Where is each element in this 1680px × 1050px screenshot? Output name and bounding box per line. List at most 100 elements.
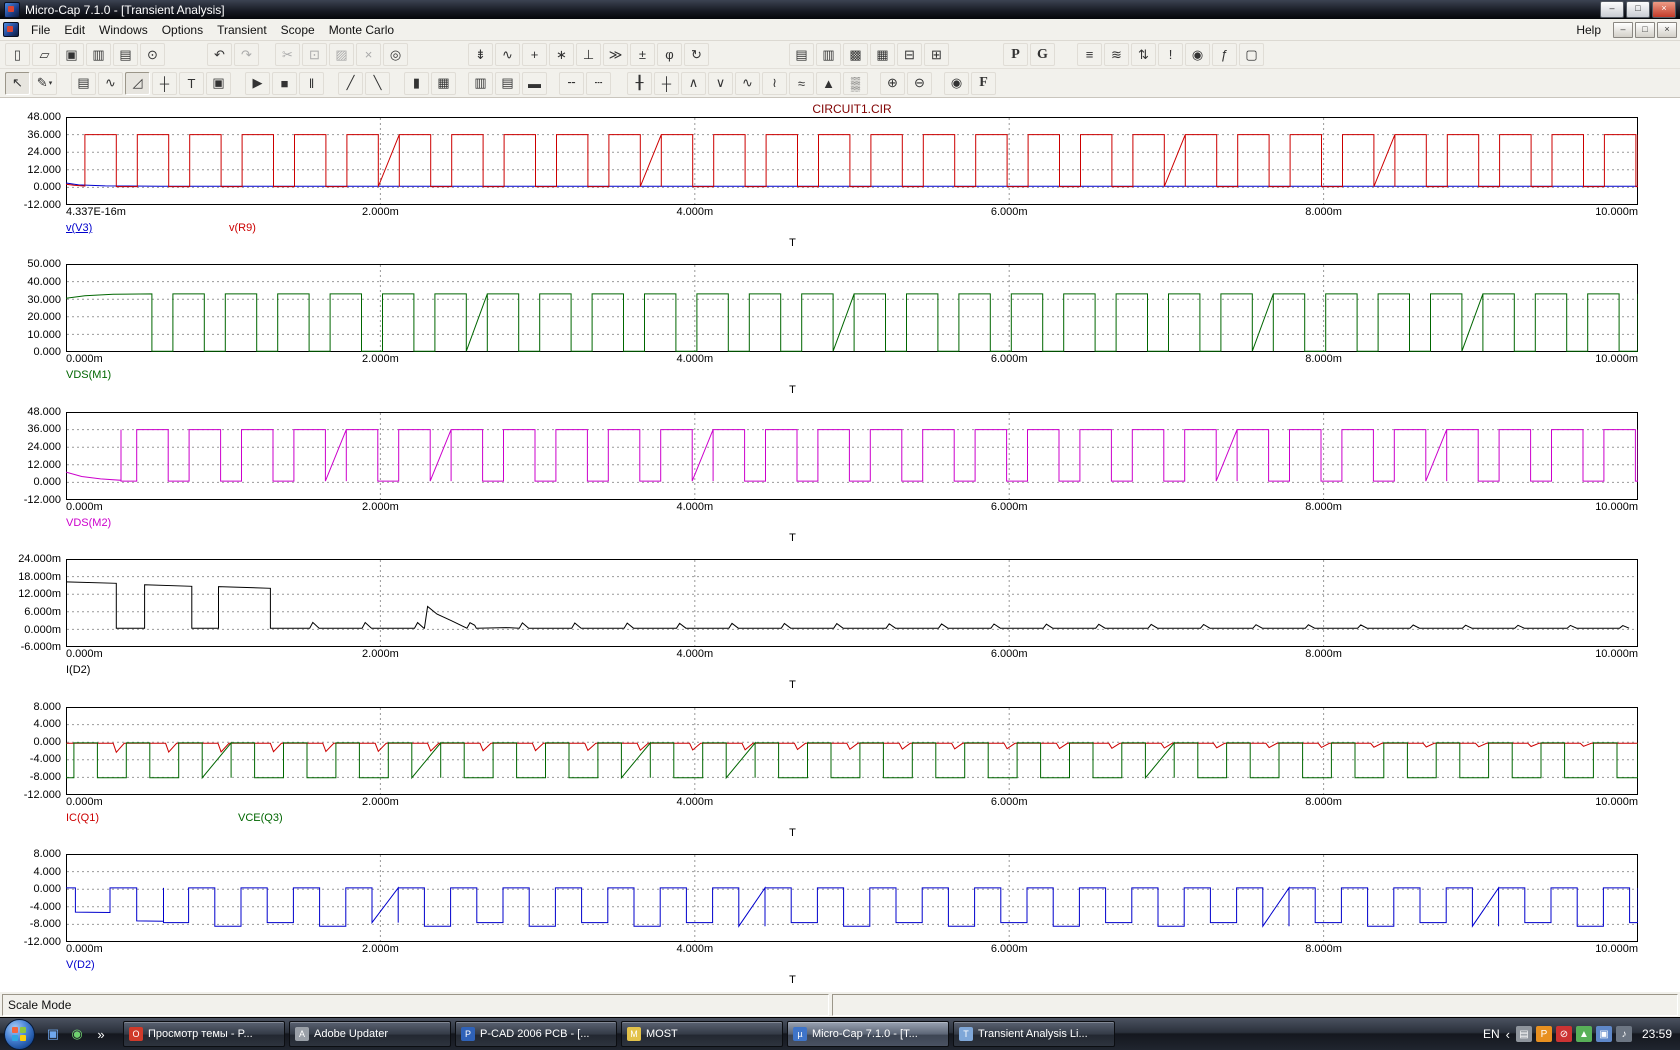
graphics-mode-button[interactable]: ✎▾ (32, 72, 57, 95)
hidden-icons-chevron[interactable]: ‹ (1506, 1027, 1510, 1042)
stop-button[interactable]: ■ (272, 72, 297, 95)
trace-label-vdsm2[interactable]: VDS(M2) (66, 517, 111, 529)
trace-label-icq1[interactable]: IC(Q1) (66, 812, 99, 824)
menu-help[interactable]: Help (1566, 21, 1611, 39)
vi-display-button[interactable]: ƒ (1212, 43, 1237, 66)
quick-launch-media-icon[interactable]: ◉ (67, 1024, 87, 1044)
high-button[interactable]: ∿ (735, 72, 760, 95)
open-file-button[interactable]: ▱ (32, 43, 57, 66)
plus-minus-button[interactable]: ± (630, 43, 655, 66)
paste-button[interactable]: ▨ (329, 43, 354, 66)
undo-button[interactable]: ↶ (207, 43, 232, 66)
plot-canvas-2[interactable] (66, 264, 1638, 352)
print-button[interactable]: ▤ (113, 43, 138, 66)
close-button[interactable]: × (1652, 1, 1676, 18)
plot-canvas-6[interactable] (66, 854, 1638, 942)
zoom-out-button[interactable]: ⊖ (907, 72, 932, 95)
task-pcad[interactable]: PP-CAD 2006 PCB - [... (455, 1021, 617, 1047)
tile-vertical-button[interactable]: ▥ (816, 43, 841, 66)
run-button[interactable]: ▶ (245, 72, 270, 95)
low-button[interactable]: ≀ (762, 72, 787, 95)
copy-button[interactable]: ⊡ (302, 43, 327, 66)
overlap-windows-button[interactable]: ▩ (843, 43, 868, 66)
tray-punto-icon[interactable]: P (1536, 1026, 1552, 1042)
plot-canvas-1[interactable] (66, 117, 1638, 205)
peak-button[interactable]: ∧ (681, 72, 706, 95)
data-points-button[interactable]: ▥ (468, 72, 493, 95)
mdi-minimize-button[interactable]: – (1613, 22, 1633, 38)
task-microcap[interactable]: µMicro-Cap 7.1.0 - [T... (787, 1021, 949, 1047)
tray-keyboard-icon[interactable]: ▤ (1516, 1026, 1532, 1042)
trace-label-vv3[interactable]: v(V3) (66, 222, 92, 234)
quick-launch-desktop-icon[interactable]: ▣ (43, 1024, 63, 1044)
tray-display-icon[interactable]: ▣ (1596, 1026, 1612, 1042)
menu-edit[interactable]: Edit (57, 21, 92, 39)
print-preview-button[interactable]: ⊙ (140, 43, 165, 66)
task-opera-forum[interactable]: OПросмотр темы - P... (123, 1021, 285, 1047)
close-file-button[interactable]: ▥ (86, 43, 111, 66)
task-most[interactable]: MMOST (621, 1021, 783, 1047)
chevrons-button[interactable]: ≫ (603, 43, 628, 66)
point-tag-button[interactable]: P (1003, 43, 1028, 66)
menu-options[interactable]: Options (155, 21, 210, 39)
slider-button[interactable]: ⇅ (1131, 43, 1156, 66)
formula-text-button[interactable]: F (971, 72, 996, 95)
trace-label-id2[interactable]: I(D2) (66, 664, 90, 676)
menu-transient[interactable]: Transient (210, 21, 274, 39)
tray-volume-icon[interactable]: ♪ (1616, 1026, 1632, 1042)
line-tool-button[interactable]: ╱ (338, 72, 363, 95)
sine-source-button[interactable]: ∿ (495, 43, 520, 66)
plot-canvas-5[interactable] (66, 707, 1638, 795)
scale-mode-button[interactable]: ◿ (125, 72, 150, 95)
language-indicator[interactable]: EN (1483, 1027, 1500, 1041)
split-window-button[interactable]: ⊟ (897, 43, 922, 66)
horizontal-line-button[interactable]: ╌ (559, 72, 584, 95)
valley-button[interactable]: ∨ (708, 72, 733, 95)
phase-button[interactable]: φ (657, 43, 682, 66)
save-file-button[interactable]: ▣ (59, 43, 84, 66)
minimize-button[interactable]: – (1600, 1, 1624, 18)
start-button[interactable] (4, 1019, 35, 1050)
select-region-button[interactable]: ▮ (404, 72, 429, 95)
text-mode-button[interactable]: T (179, 72, 204, 95)
trace-label-vdsm1[interactable]: VDS(M1) (66, 369, 111, 381)
stepping-button[interactable]: ≡ (1077, 43, 1102, 66)
menu-windows[interactable]: Windows (92, 21, 155, 39)
rotate-button[interactable]: ↻ (684, 43, 709, 66)
trace-label-vr9[interactable]: v(R9) (229, 222, 256, 234)
hatch-button[interactable]: ▒ (843, 72, 868, 95)
delete-button[interactable]: × (356, 43, 381, 66)
cursor-left-button[interactable]: ╂ (627, 72, 652, 95)
menu-scope[interactable]: Scope (274, 21, 322, 39)
new-file-button[interactable]: ▯ (5, 43, 30, 66)
add-part-button[interactable]: + (522, 43, 547, 66)
redo-button[interactable]: ↷ (234, 43, 259, 66)
star-part-button[interactable]: ∗ (549, 43, 574, 66)
cursor-right-button[interactable]: ┼ (654, 72, 679, 95)
quick-launch-expand-icon[interactable]: » (91, 1024, 111, 1044)
pan-button[interactable]: ◉ (944, 72, 969, 95)
animate-button[interactable]: ▢ (1239, 43, 1264, 66)
plot-canvas-3[interactable] (66, 412, 1638, 500)
waveform-buffer-button[interactable]: ≋ (1104, 43, 1129, 66)
menu-monte-carlo[interactable]: Monte Carlo (322, 21, 401, 39)
probe-button[interactable]: ◉ (1185, 43, 1210, 66)
task-adobe-updater[interactable]: AAdobe Updater (289, 1021, 451, 1047)
properties-button[interactable]: ▣ (206, 72, 231, 95)
grid-text-button[interactable]: G (1030, 43, 1055, 66)
state-variables-button[interactable]: ! (1158, 43, 1183, 66)
cascade-windows-button[interactable]: ▦ (870, 43, 895, 66)
clock[interactable]: 23:59 (1638, 1027, 1672, 1041)
ground-button[interactable]: ⊥ (576, 43, 601, 66)
ruler-button[interactable]: ▤ (495, 72, 520, 95)
tray-antivirus-icon[interactable]: ▲ (1576, 1026, 1592, 1042)
select-mode-button[interactable]: ↖ (5, 72, 30, 95)
step-down-button[interactable]: ⇟ (468, 43, 493, 66)
waveform-probe-button[interactable]: ∿ (98, 72, 123, 95)
zoom-in-button[interactable]: ⊕ (880, 72, 905, 95)
baseline-button[interactable]: ┄ (586, 72, 611, 95)
find-button[interactable]: ◎ (383, 43, 408, 66)
trace-label-vceq3[interactable]: VCE(Q3) (238, 812, 283, 824)
mdi-close-button[interactable]: × (1657, 22, 1677, 38)
mdi-restore-button[interactable]: □ (1635, 22, 1655, 38)
